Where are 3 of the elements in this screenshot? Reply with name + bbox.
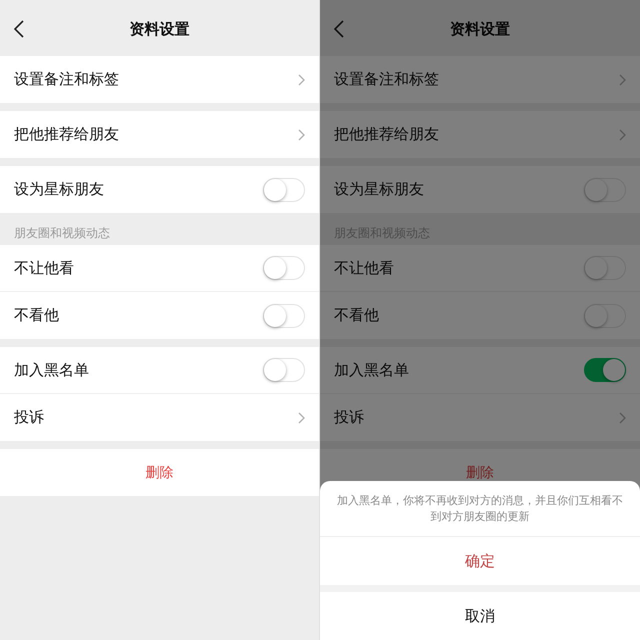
page-title: 资料设置: [450, 20, 510, 38]
page-title: 资料设置: [130, 20, 190, 38]
section-header: 朋友圈和视频动态: [13, 225, 111, 242]
